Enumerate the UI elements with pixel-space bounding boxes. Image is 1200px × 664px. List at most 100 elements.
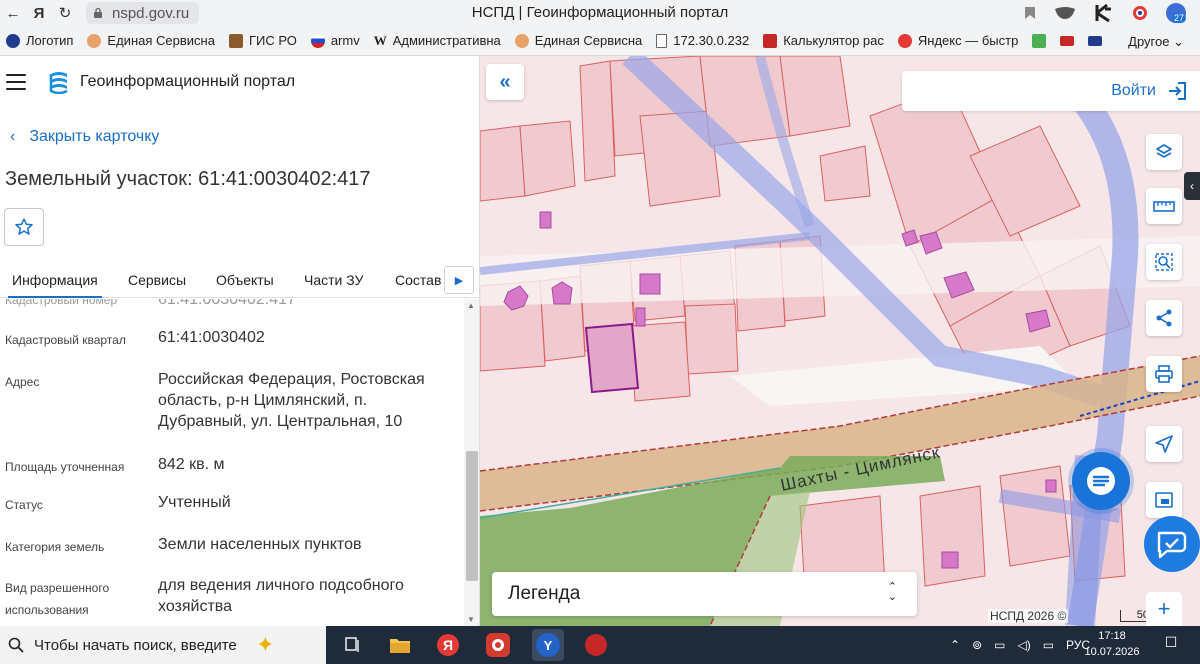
info-value: 61:41:0030402 [158, 329, 265, 346]
info-label: Кадастровый номер [5, 299, 118, 307]
minimap-button[interactable] [1146, 482, 1182, 518]
yandex-app-taskbar-icon[interactable]: Y [532, 629, 564, 661]
yandex-browser-taskbar-icon[interactable]: Я [434, 631, 462, 659]
url-text: nspd.gov.ru [112, 4, 190, 22]
service-icon [514, 33, 529, 48]
chat-icon [1087, 467, 1115, 495]
office-app-icon[interactable] [484, 631, 512, 659]
document-icon [656, 33, 668, 48]
copilot-sparkle-icon: ✦ [256, 632, 275, 657]
card-tabs: Информация Сервисы Объекты Части ЗУ Сост… [0, 262, 479, 298]
notifications-extension-icon[interactable]: 27 [1166, 3, 1186, 23]
lock-icon [94, 7, 102, 18]
favorite-button[interactable] [4, 208, 44, 246]
address-bar[interactable]: nspd.gov.ru [86, 2, 200, 24]
bookmarks-other[interactable]: Другое ⌄ [1128, 34, 1184, 50]
print-button[interactable] [1146, 356, 1182, 392]
info-label: Категория земель [5, 540, 105, 554]
star-icon [15, 218, 33, 235]
info-value: 842 кв. м [158, 456, 225, 473]
tab-info[interactable]: Информация [8, 272, 102, 298]
calculator-icon [763, 33, 778, 48]
info-label: Кадастровый квартал [5, 333, 126, 347]
chevron-left-icon: ‹ [1190, 179, 1194, 193]
scroll-up-icon[interactable]: ▲ [467, 301, 475, 310]
login-icon [1169, 82, 1186, 100]
file-explorer-icon[interactable] [386, 631, 414, 659]
bookmark-item[interactable]: 172.30.0.232 [656, 33, 749, 48]
info-list: Кадастровый номер 61:41:0030402:417 Када… [0, 299, 464, 626]
bookmark-item[interactable]: Логотип [6, 33, 73, 48]
support-chat-icon [1157, 531, 1187, 559]
tab-composition[interactable]: Состав [395, 272, 441, 288]
support-button[interactable] [1144, 516, 1200, 572]
navigation-arrow-icon [1155, 435, 1173, 453]
bookmark-item[interactable]: ГИС РО [228, 33, 297, 48]
volume-icon[interactable]: ◁) [1017, 638, 1030, 652]
extension-bookmark-icon[interactable] [1060, 35, 1075, 46]
chat-button[interactable] [1072, 452, 1130, 510]
task-view-icon[interactable] [338, 631, 366, 659]
chevron-left-icon: ‹ [10, 128, 16, 145]
shield-extension-icon[interactable] [1054, 6, 1076, 20]
chevron-right-icon: ▶ [454, 274, 464, 287]
reload-icon[interactable]: ↻ [52, 0, 78, 26]
taskbar-clock[interactable]: 17:18 10.07.2026 [1082, 628, 1142, 660]
map-canvas[interactable]: Шахты - Цимлянск [480, 56, 1200, 626]
locate-button[interactable] [1146, 426, 1182, 462]
menu-icon[interactable] [6, 74, 26, 90]
info-scrollbar[interactable]: ▲ ▼ [464, 299, 479, 626]
close-card-link[interactable]: ‹ Закрыть карточку [10, 128, 159, 146]
wikipedia-icon: W [373, 32, 387, 48]
zoom-in-button[interactable]: + [1146, 592, 1182, 626]
extension-bookmark-icon[interactable] [1032, 33, 1047, 48]
target-extension-icon[interactable] [1132, 5, 1148, 21]
taskbar-search[interactable]: Чтобы начать поиск, введите ✦ [0, 626, 326, 664]
yandex-icon[interactable]: Я [26, 0, 52, 26]
network-icon[interactable]: ▭ [994, 638, 1005, 652]
share-icon [1156, 309, 1172, 327]
notifications-icon[interactable]: ☐ [1160, 634, 1182, 656]
bookmark-item[interactable]: Единая Сервисна [87, 33, 215, 48]
map-view[interactable]: Шахты - Цимлянск « Войти ‹ Легенда ⌃ ⌄ НС… [480, 56, 1200, 626]
ruler-icon [1153, 201, 1175, 212]
windows-taskbar: Чтобы начать поиск, введите ✦ Я Y ⌃ ⊚ ▭ … [0, 626, 1200, 664]
tab-objects[interactable]: Объекты [216, 272, 274, 288]
bookmark-item[interactable]: Калькулятор рас [763, 33, 884, 48]
bookmark-item[interactable]: Яндекс — быстр [897, 33, 1018, 48]
pdf-app-icon[interactable] [582, 631, 610, 659]
scroll-down-icon[interactable]: ▼ [467, 615, 475, 624]
battery-icon[interactable]: ▭ [1043, 638, 1054, 652]
login-label: Войти [1111, 82, 1156, 99]
extension-bookmark-icon[interactable] [1088, 35, 1103, 46]
share-button[interactable] [1146, 300, 1182, 336]
login-button[interactable]: Войти [902, 71, 1200, 111]
tab-land-parts[interactable]: Части ЗУ [304, 272, 363, 288]
area-search-button[interactable] [1146, 244, 1182, 280]
tabs-next-button[interactable]: ▶ [444, 266, 474, 294]
location-icon[interactable]: ⊚ [972, 638, 982, 652]
right-panel-toggle[interactable]: ‹ [1184, 172, 1200, 200]
close-card-label: Закрыть карточку [29, 128, 160, 145]
scrollbar-thumb[interactable] [466, 451, 478, 581]
bookmark-icon[interactable] [1024, 6, 1036, 20]
bookmark-item[interactable]: Единая Сервисна [514, 33, 642, 48]
service-icon [87, 33, 102, 48]
collapse-panel-button[interactable]: « [486, 64, 524, 100]
bookmark-item[interactable]: armv [310, 33, 360, 48]
print-icon [1155, 365, 1173, 383]
layers-button[interactable] [1146, 134, 1182, 170]
layers-icon [1156, 144, 1172, 158]
info-label: Адрес [5, 375, 40, 389]
legend-label: Легенда [508, 583, 581, 604]
legend-dropdown[interactable]: Легенда ⌃ ⌄ [492, 572, 917, 616]
browser-toolbar: ← Я ↻ nspd.gov.ru НСПД | Геоинформационн… [0, 0, 1200, 26]
back-icon[interactable]: ← [0, 0, 26, 26]
bookmark-item[interactable]: W Административна [374, 33, 501, 49]
bookmarks-bar: Логотип Единая Сервисна ГИС РО armv W Адм… [0, 26, 1200, 56]
map-copyright: НСПД 2026 © [988, 609, 1069, 623]
ruler-button[interactable] [1146, 188, 1182, 224]
chevron-up-icon[interactable]: ⌃ [950, 638, 960, 652]
kaspersky-extension-icon[interactable] [1094, 3, 1114, 23]
tab-services[interactable]: Сервисы [128, 272, 186, 288]
